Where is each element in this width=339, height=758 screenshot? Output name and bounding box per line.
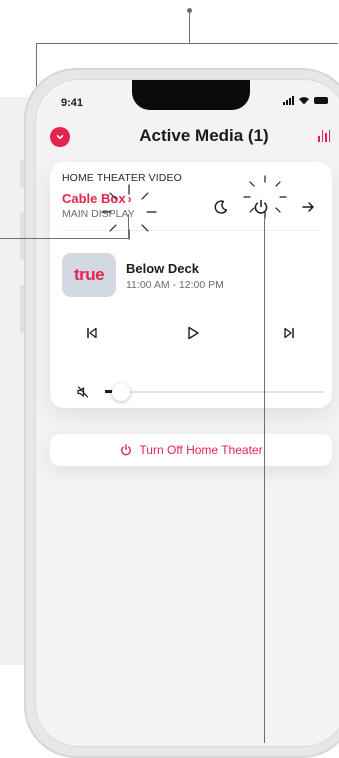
highlight-marker xyxy=(243,175,287,219)
details-button[interactable] xyxy=(297,196,319,218)
mute-icon xyxy=(77,386,89,398)
moon-icon xyxy=(214,200,228,214)
previous-button[interactable] xyxy=(81,322,103,344)
callout-line xyxy=(189,12,190,43)
volume-track xyxy=(126,391,324,393)
volume-slider[interactable] xyxy=(112,383,130,401)
battery-icon xyxy=(314,97,328,104)
page-title: Active Media (1) xyxy=(139,126,269,145)
play-icon xyxy=(188,326,199,340)
turn-off-label: Turn Off Home Theater xyxy=(139,443,263,457)
arrow-right-icon xyxy=(302,202,314,212)
callout-line xyxy=(36,43,338,44)
skip-previous-icon xyxy=(87,327,97,339)
status-icons xyxy=(283,96,328,105)
mute-button[interactable] xyxy=(74,383,92,401)
skip-next-icon xyxy=(284,327,294,339)
turn-off-button[interactable]: Turn Off Home Theater xyxy=(50,434,332,466)
phone-screen: 9:41 Active Media (1) HOME THEATER VIDEO… xyxy=(36,80,339,746)
highlight-marker xyxy=(101,184,157,240)
play-button[interactable] xyxy=(181,321,205,345)
sleep-button[interactable] xyxy=(210,196,232,218)
wifi-icon xyxy=(299,97,309,105)
header: Active Media (1) xyxy=(36,120,339,156)
program-title: Below Deck xyxy=(126,261,199,276)
callout-line xyxy=(128,214,129,239)
callout-line xyxy=(0,238,129,239)
signal-icon xyxy=(283,96,294,105)
program-time: 11:00 AM - 12:00 PM xyxy=(126,279,224,291)
equalizer-icon[interactable] xyxy=(318,130,330,142)
callout-line xyxy=(264,218,265,743)
status-time: 9:41 xyxy=(61,97,84,109)
channel-logo: true xyxy=(62,253,116,297)
next-button[interactable] xyxy=(278,322,300,344)
power-icon xyxy=(121,444,132,456)
media-card: HOME THEATER VIDEO Cable Box › MAIN DISPL… xyxy=(50,162,332,408)
notch xyxy=(132,80,250,110)
